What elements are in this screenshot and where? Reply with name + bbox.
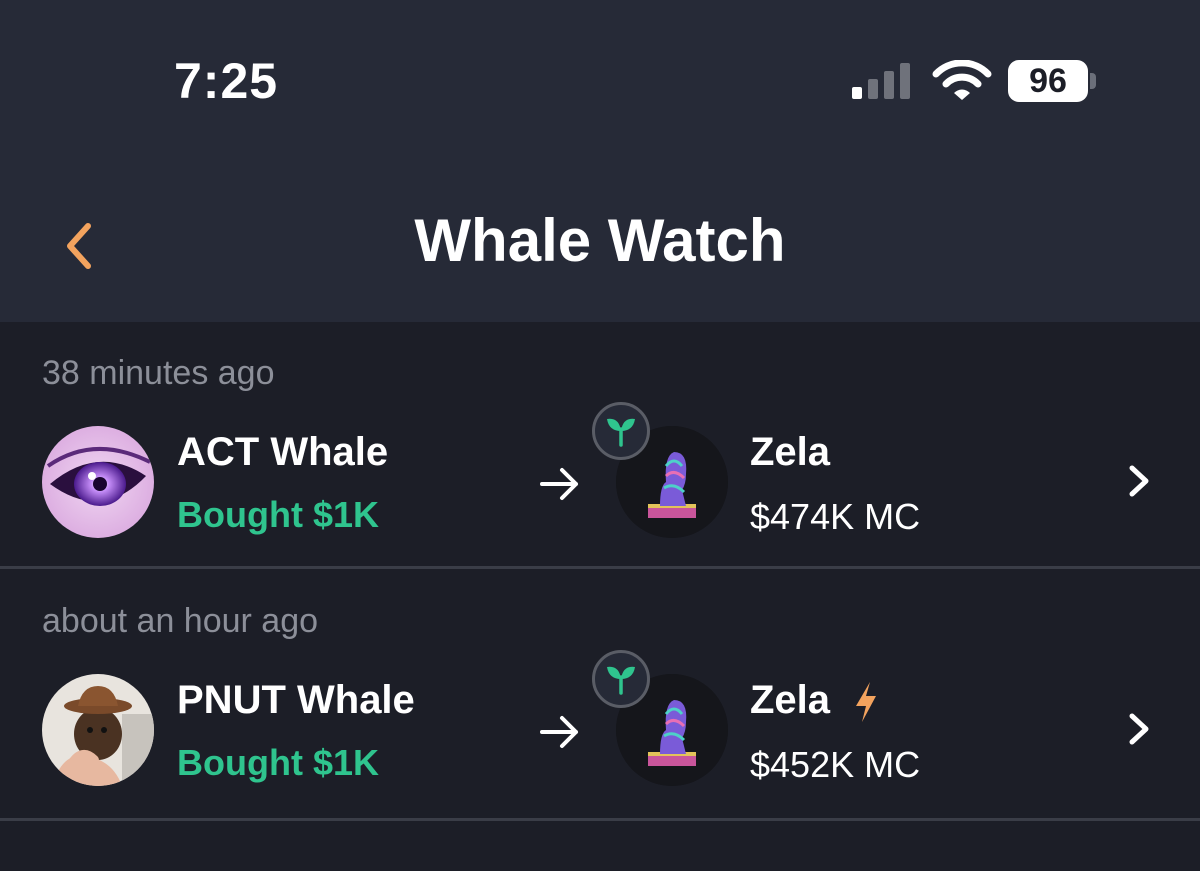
buy-amount: Bought $1K <box>177 742 379 783</box>
token-name: Zela <box>750 430 831 474</box>
status-time: 7:25 <box>174 53 279 109</box>
token-logo-group <box>592 402 732 542</box>
whale-activity-row[interactable]: about an hour ago PNUT Whale Bought $1K <box>0 570 1200 816</box>
sprout-icon <box>607 418 635 447</box>
header-area: 7:25 96 Whale Watch <box>0 0 1200 322</box>
market-cap: $452K MC <box>750 744 921 785</box>
arrow-right-icon <box>540 468 578 500</box>
wifi-icon <box>932 60 992 100</box>
whale-name: PNUT Whale <box>177 678 415 722</box>
sprout-badge <box>592 402 650 460</box>
sprout-badge <box>592 650 650 708</box>
page-title: Whale Watch <box>414 207 786 274</box>
chevron-right-icon[interactable] <box>1126 462 1152 500</box>
row-divider <box>0 818 1200 821</box>
market-cap: $474K MC <box>750 496 921 537</box>
arrow-right-icon <box>540 716 578 748</box>
whale-activity-row[interactable]: 38 minutes ago ACT Whale Bought $1K Zela… <box>0 322 1200 568</box>
chevron-right-icon[interactable] <box>1126 710 1152 748</box>
row-divider <box>0 566 1200 569</box>
token-logo-group <box>592 650 732 790</box>
whale-name: ACT Whale <box>177 430 389 474</box>
lightning-icon <box>856 682 876 722</box>
battery-indicator: 96 <box>1008 60 1088 102</box>
sprout-icon <box>607 666 635 695</box>
time-ago: about an hour ago <box>42 602 319 640</box>
whale-avatar <box>42 674 154 786</box>
time-ago: 38 minutes ago <box>42 354 275 392</box>
buy-amount: Bought $1K <box>177 494 379 535</box>
whale-avatar <box>42 426 154 538</box>
cellular-signal-icon <box>852 63 910 99</box>
token-name: Zela <box>750 678 831 722</box>
battery-nub <box>1090 73 1096 89</box>
